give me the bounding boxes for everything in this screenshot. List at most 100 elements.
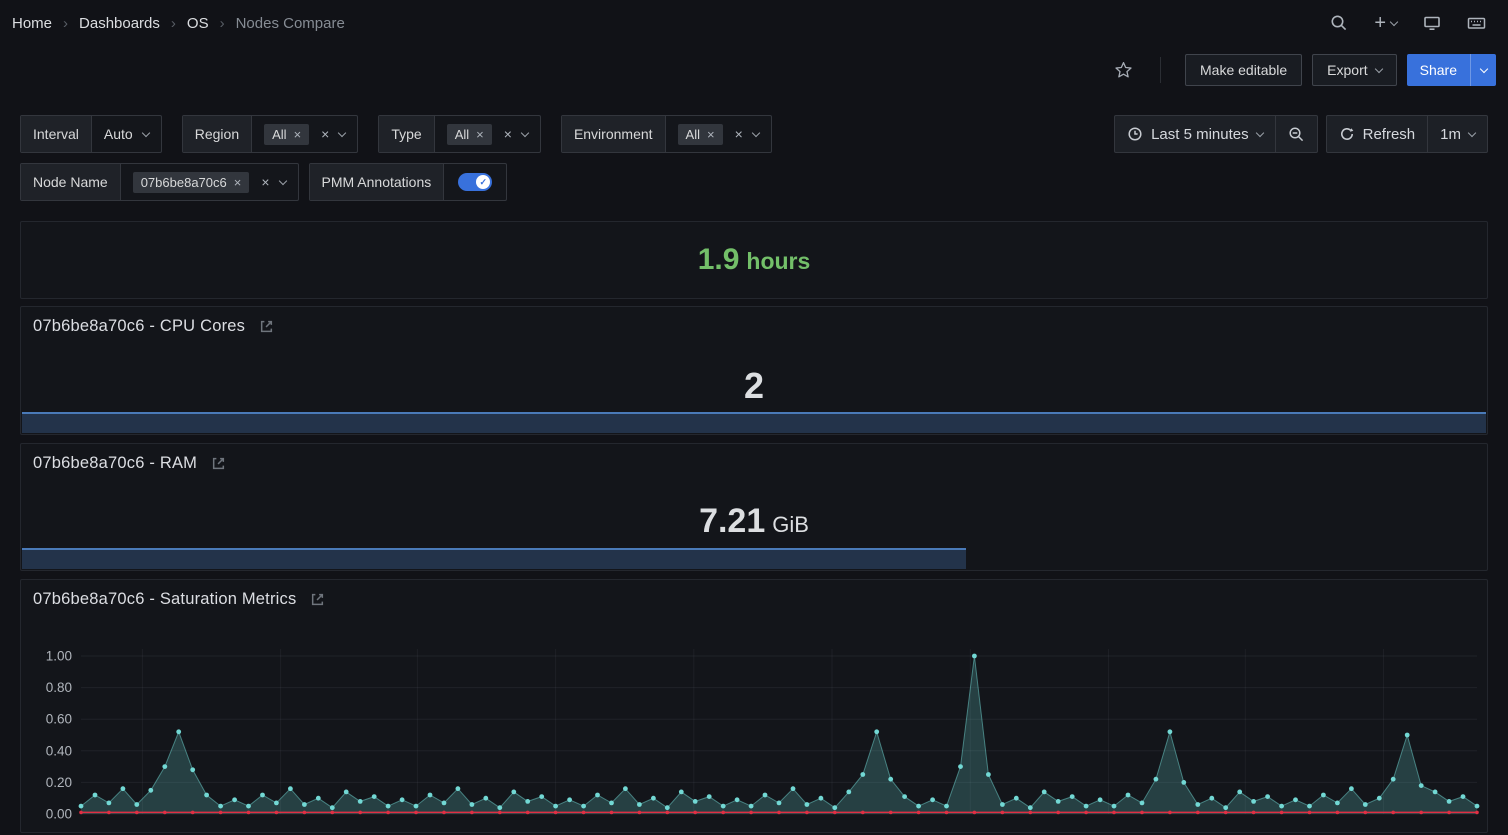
export-label: Export <box>1327 62 1367 78</box>
node-name-label: Node Name <box>21 164 121 200</box>
refresh-interval-picker[interactable]: 1m <box>1427 116 1487 152</box>
cpu-cores-value: 2 <box>21 365 1487 407</box>
svg-text:0.20: 0.20 <box>46 775 72 790</box>
cpu-sparkline <box>22 412 1486 433</box>
star-icon <box>1113 60 1134 81</box>
type-label: Type <box>379 116 434 152</box>
check-icon: ✓ <box>476 175 490 189</box>
zoom-out-button[interactable] <box>1275 116 1317 152</box>
pmm-annotations-control: ✓ <box>444 164 506 200</box>
export-button[interactable]: Export <box>1312 54 1396 86</box>
type-chip[interactable]: All × <box>447 124 492 145</box>
dashboard-toolbar: Make editable Export Share <box>0 46 1508 94</box>
ram-panel: 07b6be8a70c6 - RAM 7.21 GiB <box>20 443 1488 571</box>
node-name-chip[interactable]: 07b6be8a70c6 × <box>133 172 250 193</box>
external-link-icon[interactable] <box>310 592 325 607</box>
refresh-icon <box>1339 126 1355 142</box>
region-select[interactable]: All × × <box>252 116 357 152</box>
type-filter: Type All × × <box>378 115 541 153</box>
favorite-button[interactable] <box>1113 60 1134 81</box>
panel-title[interactable]: 07b6be8a70c6 - CPU Cores <box>33 317 245 336</box>
add-button[interactable]: + <box>1374 16 1397 30</box>
interval-label: Interval <box>21 116 92 152</box>
breadcrumb-home[interactable]: Home <box>12 15 52 32</box>
filter-row-1: Interval Auto Region All × × T <box>20 115 1488 153</box>
refresh-control: Refresh 1m <box>1326 115 1488 153</box>
panel-header: 07b6be8a70c6 - RAM <box>21 444 1487 473</box>
node-name-filter: Node Name 07b6be8a70c6 × × <box>20 163 299 201</box>
chevron-down-icon <box>338 128 346 136</box>
clear-icon[interactable]: × <box>321 126 329 142</box>
interval-select[interactable]: Auto <box>92 116 161 152</box>
uptime-value: 1.9 <box>698 243 740 277</box>
ram-sparkline-fill <box>22 548 966 569</box>
remove-icon[interactable]: × <box>294 128 302 141</box>
keyboard-icon <box>1467 14 1486 32</box>
environment-chip-label: All <box>686 127 700 142</box>
svg-text:1.00: 1.00 <box>46 649 72 664</box>
ram-value-group: 7.21 GiB <box>21 502 1487 541</box>
grafana-dashboard: Home › Dashboards › OS › Nodes Compare + <box>0 0 1508 833</box>
environment-label: Environment <box>562 116 666 152</box>
clear-icon[interactable]: × <box>261 174 269 190</box>
saturation-chart[interactable]: 0.000.200.400.600.801.00 <box>31 642 1483 832</box>
panel-title[interactable]: 07b6be8a70c6 - RAM <box>33 454 197 473</box>
remove-icon[interactable]: × <box>707 128 715 141</box>
ram-value: 7.21 <box>699 502 765 541</box>
monitor-icon <box>1423 14 1441 32</box>
environment-select[interactable]: All × × <box>666 116 771 152</box>
saturation-panel: 07b6be8a70c6 - Saturation Metrics 0.000.… <box>20 579 1488 833</box>
external-link-icon[interactable] <box>259 319 274 334</box>
remove-icon[interactable]: × <box>234 176 242 189</box>
time-controls: Last 5 minutes <box>1114 115 1488 153</box>
type-select[interactable]: All × × <box>435 116 540 152</box>
time-range-picker[interactable]: Last 5 minutes <box>1115 116 1275 152</box>
panel-header: 07b6be8a70c6 - CPU Cores <box>21 307 1487 336</box>
breadcrumb-separator: › <box>63 15 68 32</box>
chevron-down-icon <box>521 128 529 136</box>
cpu-cores-panel: 07b6be8a70c6 - CPU Cores 2 <box>20 306 1488 435</box>
node-name-select[interactable]: 07b6be8a70c6 × × <box>121 164 298 200</box>
top-nav-actions: + <box>1330 14 1486 32</box>
clear-icon[interactable]: × <box>735 126 743 142</box>
breadcrumb-separator: › <box>171 15 176 32</box>
region-filter: Region All × × <box>182 115 359 153</box>
toolbar-divider <box>1160 57 1161 83</box>
filter-row-2: Node Name 07b6be8a70c6 × × PMM Annotatio… <box>20 163 1488 201</box>
external-link-icon[interactable] <box>211 456 226 471</box>
top-nav: Home › Dashboards › OS › Nodes Compare + <box>0 0 1508 46</box>
filter-bar: Interval Auto Region All × × T <box>0 94 1508 201</box>
search-icon <box>1330 14 1348 32</box>
svg-text:0.80: 0.80 <box>46 680 72 695</box>
environment-chip[interactable]: All × <box>678 124 723 145</box>
refresh-interval-value: 1m <box>1440 126 1461 143</box>
breadcrumb: Home › Dashboards › OS › Nodes Compare <box>12 15 345 32</box>
pmm-annotations-filter: PMM Annotations ✓ <box>309 163 508 201</box>
panel-title[interactable]: 07b6be8a70c6 - Saturation Metrics <box>33 590 296 609</box>
share-menu-button[interactable] <box>1470 54 1496 86</box>
chevron-down-icon <box>1468 128 1476 136</box>
time-range-label: Last 5 minutes <box>1151 126 1249 143</box>
pmm-annotations-toggle[interactable]: ✓ <box>458 173 492 191</box>
kiosk-mode-button[interactable] <box>1423 14 1441 32</box>
make-editable-button[interactable]: Make editable <box>1185 54 1302 86</box>
share-button[interactable]: Share <box>1407 54 1470 86</box>
region-chip[interactable]: All × <box>264 124 309 145</box>
refresh-button[interactable]: Refresh <box>1327 116 1428 152</box>
clock-icon <box>1127 126 1143 142</box>
breadcrumb-dashboards[interactable]: Dashboards <box>79 15 160 32</box>
remove-icon[interactable]: × <box>476 128 484 141</box>
chevron-down-icon <box>1255 128 1263 136</box>
dashboard-panels: 1.9 hours 07b6be8a70c6 - CPU Cores 2 07b… <box>0 211 1508 833</box>
share-group: Share <box>1407 54 1496 86</box>
time-range-control: Last 5 minutes <box>1114 115 1318 153</box>
breadcrumb-os[interactable]: OS <box>187 15 209 32</box>
plus-icon: + <box>1374 16 1386 30</box>
search-button[interactable] <box>1330 14 1348 32</box>
svg-text:0.40: 0.40 <box>46 743 72 758</box>
keyboard-shortcuts-button[interactable] <box>1467 14 1486 32</box>
uptime-panel: 1.9 hours <box>20 221 1488 299</box>
clear-icon[interactable]: × <box>504 126 512 142</box>
svg-text:0.60: 0.60 <box>46 712 72 727</box>
node-name-chip-label: 07b6be8a70c6 <box>141 175 227 190</box>
